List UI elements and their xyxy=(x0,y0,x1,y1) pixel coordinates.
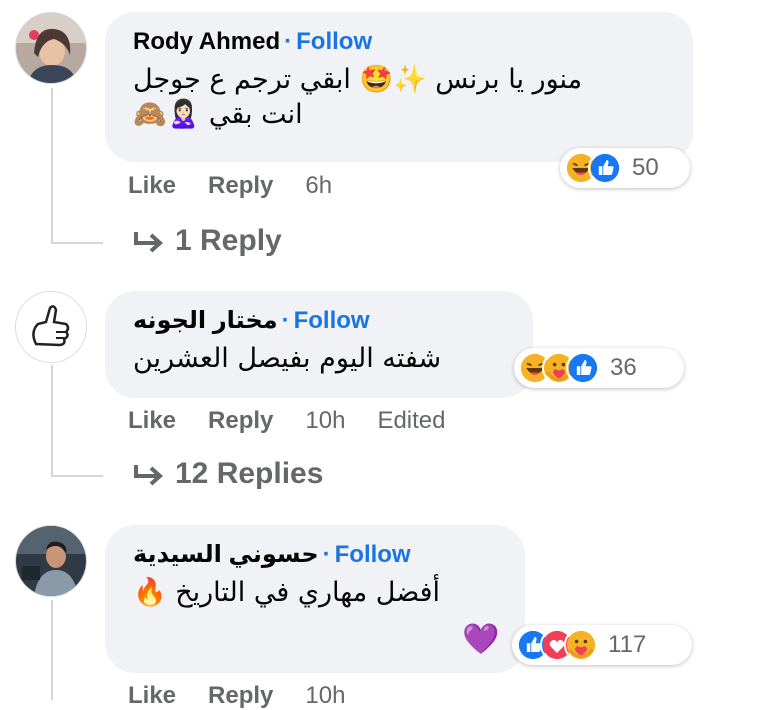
comment-text: 💜 xyxy=(462,622,500,657)
reaction-count: 36 xyxy=(610,354,637,381)
timestamp[interactable]: 6h xyxy=(305,172,332,200)
view-replies-link[interactable]: 12 Replies xyxy=(133,457,323,491)
separator-dot: · xyxy=(322,541,331,568)
comment-text: منور يا برنس ✨🤩 ابقي ترجم ع جوجل xyxy=(133,64,583,95)
reaction-count: 50 xyxy=(632,154,659,181)
avatar[interactable] xyxy=(15,12,87,84)
view-replies-link[interactable]: 1 Reply xyxy=(133,224,282,258)
like-reaction-icon xyxy=(566,351,600,385)
timestamp[interactable]: 10h xyxy=(305,407,345,435)
like-button[interactable]: Like xyxy=(128,172,176,200)
reply-button[interactable]: Reply xyxy=(208,172,273,200)
reaction-count: 117 xyxy=(608,631,647,658)
reply-button[interactable]: Reply xyxy=(208,682,273,710)
comment-actions: Like Reply 6h xyxy=(128,172,364,200)
follow-button[interactable]: Follow xyxy=(296,28,372,55)
comment-author[interactable]: Rody Ahmed xyxy=(133,28,280,55)
comment-author[interactable]: مختار الجونه xyxy=(133,307,278,334)
reply-arrow-icon xyxy=(134,232,164,253)
follow-button[interactable]: Follow xyxy=(294,307,370,334)
comment-text: انت بقي 🙎🏻‍♀️🙈 xyxy=(133,99,303,130)
comment-bubble: Rody Ahmed · Follow منور يا برنس ✨🤩 ابقي ت… xyxy=(105,12,693,162)
thread-line xyxy=(51,600,53,700)
thread-line xyxy=(53,242,103,244)
comment-text: أفضل مهاري في التاريخ 🔥 xyxy=(133,577,441,608)
care-reaction-icon xyxy=(564,628,598,662)
reply-arrow-icon xyxy=(134,465,164,486)
comment-actions: Like Reply 10h xyxy=(128,682,377,710)
separator-dot: · xyxy=(284,28,293,55)
thread-line xyxy=(53,475,103,477)
comment-actions: Like Reply 10h Edited xyxy=(128,407,478,435)
separator-dot: · xyxy=(281,307,290,334)
avatar[interactable] xyxy=(15,291,87,363)
edited-label[interactable]: Edited xyxy=(377,407,445,435)
replies-count-label: 12 Replies xyxy=(175,457,324,490)
like-reaction-icon xyxy=(588,151,622,185)
reactions-summary[interactable]: 50 xyxy=(560,148,690,188)
reply-button[interactable]: Reply xyxy=(208,407,273,435)
replies-count-label: 1 Reply xyxy=(175,224,282,257)
avatar[interactable] xyxy=(15,525,87,597)
comment-text: شفته اليوم بفيصل العشرين xyxy=(133,343,442,374)
like-button[interactable]: Like xyxy=(128,682,176,710)
reactions-summary[interactable]: 117 xyxy=(512,625,692,665)
reactions-summary[interactable]: 36 xyxy=(514,348,684,388)
like-button[interactable]: Like xyxy=(128,407,176,435)
comment-author[interactable]: حسوني السيدية xyxy=(133,541,319,568)
timestamp[interactable]: 10h xyxy=(305,682,345,710)
thread-line xyxy=(51,88,53,244)
thread-line xyxy=(51,365,53,477)
comment-bubble: مختار الجونه · Follow شفته اليوم بفيصل الع… xyxy=(105,291,533,398)
follow-button[interactable]: Follow xyxy=(335,541,411,568)
